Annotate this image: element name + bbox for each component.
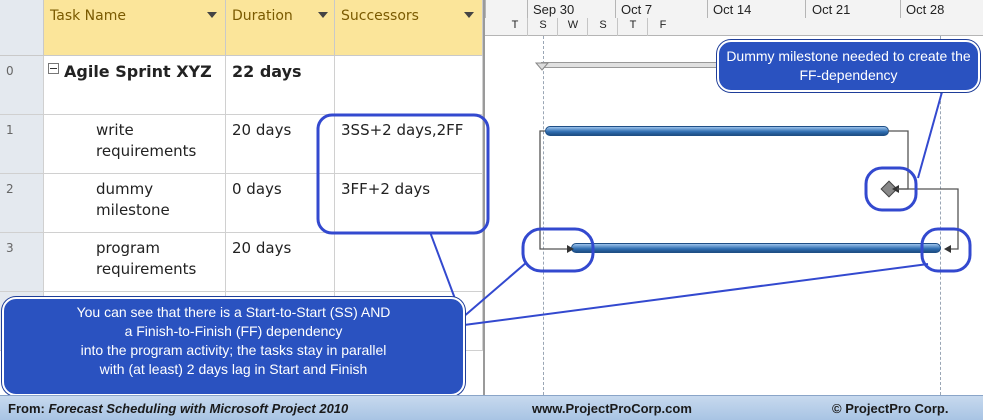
timescale-divider xyxy=(527,0,528,18)
timescale-divider xyxy=(587,18,588,36)
task-name-cell[interactable]: program requirements xyxy=(44,233,226,291)
dropdown-arrow-icon[interactable] xyxy=(207,12,217,18)
duration-cell[interactable]: 0 days xyxy=(226,174,335,232)
column-header-task-name[interactable]: Task Name xyxy=(44,0,226,56)
day-label: W xyxy=(567,19,579,31)
successors-cell[interactable] xyxy=(335,233,483,291)
row-id: 0 xyxy=(0,56,44,114)
row-id: 1 xyxy=(0,115,44,173)
duration-cell[interactable]: 22 days xyxy=(226,56,335,114)
footer-bar: From: Forecast Scheduling with Microsoft… xyxy=(0,395,983,420)
date-gridline xyxy=(543,36,544,395)
timescale-divider xyxy=(707,0,708,18)
week-label: Sep 30 xyxy=(533,2,575,17)
timescale-divider xyxy=(485,0,486,18)
week-label: Oct 21 xyxy=(812,2,851,17)
timescale-divider xyxy=(647,18,648,36)
task-name-cell[interactable]: write requirements xyxy=(44,115,226,173)
successors-cell[interactable]: 3SS+2 days,2FF xyxy=(335,115,483,173)
table-row[interactable]: 3 program requirements 20 days xyxy=(0,233,483,292)
callout-dependency-explanation: You can see that there is a Start-to-Sta… xyxy=(2,297,465,396)
table-row[interactable]: 2 dummy milestone 0 days 3FF+2 days xyxy=(0,174,483,233)
task-bar-write-requirements[interactable] xyxy=(545,126,889,136)
row-id: 3 xyxy=(0,233,44,291)
timescale-divider xyxy=(617,18,618,36)
table-row[interactable]: 0 Agile Sprint XYZ 22 days xyxy=(0,56,483,115)
timescale-divider xyxy=(527,18,528,36)
task-name-cell[interactable]: Agile Sprint XYZ xyxy=(44,56,226,114)
row-id: 2 xyxy=(0,174,44,232)
column-header-id[interactable] xyxy=(0,0,44,56)
task-bar-program-requirements[interactable] xyxy=(571,243,941,253)
day-label: T xyxy=(511,19,519,31)
duration-cell[interactable]: 20 days xyxy=(226,115,335,173)
footer-copyright: © ProjectPro Corp. xyxy=(832,401,949,416)
collapse-icon[interactable] xyxy=(48,63,59,74)
dropdown-arrow-icon[interactable] xyxy=(464,12,474,18)
timescale-divider xyxy=(615,0,616,18)
task-name-cell[interactable]: dummy milestone xyxy=(44,174,226,232)
column-header-duration[interactable]: Duration xyxy=(226,0,335,56)
week-label: Oct 14 xyxy=(713,2,752,17)
dropdown-arrow-icon[interactable] xyxy=(318,12,328,18)
footer-website-link[interactable]: www.ProjectProCorp.com xyxy=(532,401,692,416)
successors-cell[interactable] xyxy=(335,56,483,114)
duration-cell[interactable]: 20 days xyxy=(226,233,335,291)
successors-cell[interactable]: 3FF+2 days xyxy=(335,174,483,232)
column-header-successors[interactable]: Successors xyxy=(335,0,483,56)
milestone-diamond-icon[interactable] xyxy=(880,180,898,198)
day-label: T xyxy=(629,19,637,31)
day-label: S xyxy=(539,19,547,31)
callout-dummy-milestone: Dummy milestone needed to create the FF-… xyxy=(717,40,980,92)
timescale-divider xyxy=(557,18,558,36)
week-label: Oct 7 xyxy=(621,2,653,17)
week-label: Oct 28 xyxy=(906,2,945,17)
timescale: Sep 30 Oct 7 Oct 14 Oct 21 Oct 28 T S W … xyxy=(485,0,983,36)
day-label: F xyxy=(659,19,667,31)
day-label: S xyxy=(599,19,607,31)
timescale-divider xyxy=(805,0,806,18)
timescale-divider xyxy=(900,0,901,18)
footer-source: From: Forecast Scheduling with Microsoft… xyxy=(8,401,349,416)
table-row[interactable]: 1 write requirements 20 days 3SS+2 days,… xyxy=(0,115,483,174)
